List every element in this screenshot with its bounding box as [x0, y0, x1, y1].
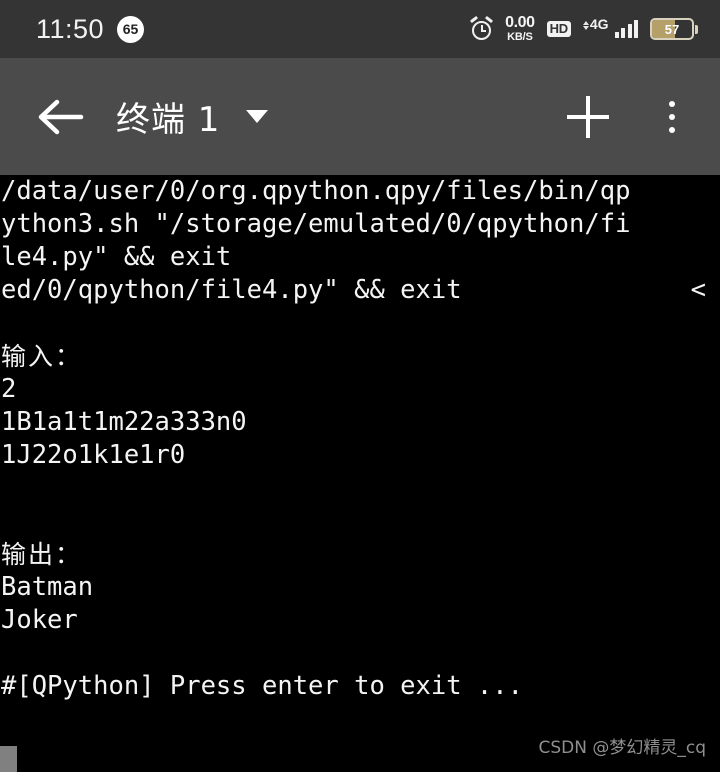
add-terminal-button[interactable] — [560, 89, 616, 145]
status-bar-left: 11:50 65 — [36, 13, 145, 45]
battery-level-label: 57 — [664, 21, 680, 37]
app-toolbar: 终端 1 — [0, 58, 720, 175]
terminal-line: #[QPython] Press enter to exit ... — [1, 671, 523, 701]
network-speed-unit: KB/S — [507, 31, 533, 43]
csdn-watermark: CSDN @梦幻精灵_cq — [538, 738, 706, 758]
terminal-line: 输入： — [1, 342, 83, 371]
more-vertical-icon-dot — [669, 100, 675, 107]
terminal-line: Batman — [1, 572, 94, 602]
terminal-line: 2 — [1, 374, 17, 404]
battery-icon: 57 — [650, 18, 698, 40]
data-transfer-arrows-icon — [582, 20, 589, 30]
terminal-line: 1B1a1t1m22a333n0 — [1, 407, 247, 437]
terminal-line: ed/0/qpython/file4.py" && exit < — [1, 275, 706, 305]
terminal-line: 输出： — [1, 540, 83, 569]
more-vertical-icon-dot — [669, 113, 675, 120]
overflow-menu-button[interactable] — [654, 89, 690, 145]
network-type-label: 4G — [589, 16, 609, 32]
alarm-clock-icon — [470, 15, 494, 41]
network-type-group: 4G — [582, 16, 609, 38]
terminal-line: 1J22o1k1e1r0 — [1, 440, 186, 470]
notification-count-badge: 65 — [117, 15, 145, 43]
status-bar-right: 0.00 KB/S HD 4G 57 — [470, 15, 698, 43]
plus-icon-vertical — [586, 95, 590, 138]
page-title: 终端 1 — [116, 100, 221, 140]
status-bar: 11:50 65 0.00 KB/S HD 4G 57 — [0, 0, 720, 58]
cellular-signal-indicator: 4G — [582, 16, 638, 38]
hd-voice-icon: HD — [546, 20, 571, 38]
terminal-output[interactable]: /data/user/0/org.qpython.qpy/files/bin/q… — [0, 175, 720, 772]
signal-bars-icon — [614, 20, 638, 38]
terminal-line: le4.py" && exit — [1, 242, 232, 272]
network-speed-value: 0.00 — [505, 14, 535, 31]
terminal-line: /data/user/0/org.qpython.qpy/files/bin/q… — [1, 176, 631, 206]
arrow-left-icon — [35, 94, 87, 140]
bottom-left-indicator — [0, 746, 17, 772]
phone-screen: 11:50 65 0.00 KB/S HD 4G 57 终端 1 /data/u… — [0, 0, 720, 772]
back-button[interactable] — [30, 86, 92, 148]
status-clock: 11:50 — [36, 13, 105, 44]
caret-down-icon[interactable] — [246, 110, 269, 123]
terminal-line: ython3.sh "/storage/emulated/0/qpython/f… — [1, 209, 631, 239]
more-vertical-icon-dot — [669, 126, 675, 133]
terminal-line: Joker — [1, 605, 78, 635]
terminal-line-tail: < — [690, 275, 706, 305]
network-speed-indicator: 0.00 KB/S — [505, 15, 535, 43]
